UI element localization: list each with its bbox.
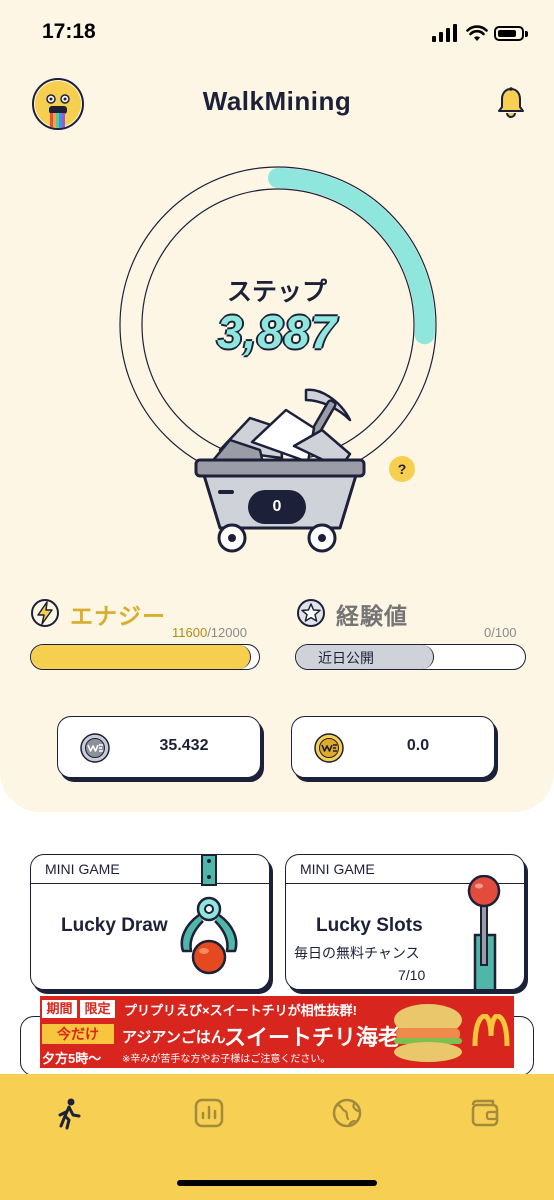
- mcdonalds-logo-icon: [472, 1014, 510, 1047]
- silver-balance-card[interactable]: 35.432: [57, 716, 261, 778]
- ad-brand: アジアンごはん: [122, 1029, 226, 1046]
- ad-note: ※辛みが苦手な方やお子様はご注意ください。: [122, 1054, 331, 1065]
- lucky-slots-subtitle: 毎日の無料チャンス: [294, 945, 420, 961]
- silver-balance-value: 35.432: [159, 737, 209, 754]
- ad-today: 今だけ: [42, 1024, 114, 1044]
- walk-icon[interactable]: [52, 1096, 86, 1130]
- gold-balance-value: 0.0: [406, 737, 430, 754]
- lucky-slots-card[interactable]: MINI GAME Lucky Slots 毎日の無料チャンス 7/10: [285, 854, 525, 990]
- energy-bar: [30, 644, 260, 670]
- wifi-icon: [466, 25, 488, 41]
- gold-balance-card[interactable]: 0.0: [291, 716, 495, 778]
- bell-icon[interactable]: [496, 86, 526, 120]
- lucky-slots-count: 7/10: [398, 967, 426, 983]
- mini-game-header: MINI GAME: [45, 861, 120, 877]
- experience-bar: 近日公開: [295, 644, 526, 670]
- energy-label: エナジー: [70, 603, 166, 629]
- ad-tag-limited: 限定: [80, 1000, 115, 1018]
- ad-product: スイートチリ海老: [224, 1025, 401, 1050]
- help-button[interactable]: ?: [389, 456, 415, 482]
- star-badge-icon: [297, 599, 325, 627]
- mini-game-header: MINI GAME: [300, 861, 375, 877]
- gold-we-coin-icon: [314, 733, 344, 763]
- silver-we-coin-icon: [80, 733, 110, 763]
- battery-icon: [494, 26, 524, 41]
- energy-count: 11600/12000: [172, 625, 247, 640]
- energy-bar-fill: [31, 645, 252, 669]
- experience-count: 0/100: [484, 625, 517, 640]
- cart-counter[interactable]: 0: [248, 490, 306, 524]
- status-icons: [432, 24, 528, 44]
- ad-banner[interactable]: 期間 限定 プリプリえび×スイートチリが相性抜群! 今だけ アジアンごはん スイ…: [40, 996, 514, 1068]
- burger-image: [394, 1004, 462, 1062]
- ad-headline: プリプリえび×スイートチリが相性抜群!: [124, 1003, 357, 1018]
- lucky-draw-title: Lucky Draw: [61, 915, 168, 936]
- lucky-draw-card[interactable]: MINI GAME Lucky Draw: [30, 854, 270, 990]
- home-indicator: [177, 1180, 377, 1186]
- experience-status: 近日公開: [318, 650, 374, 666]
- cellular-signal-icon: [432, 24, 458, 42]
- wallet-icon[interactable]: [468, 1096, 502, 1130]
- ad-time: 夕方5時～: [42, 1051, 102, 1066]
- experience-label: 経験値: [336, 603, 408, 629]
- slot-lever-icon: [467, 875, 501, 989]
- step-label: ステップ: [226, 278, 327, 306]
- step-count: 3,887: [216, 306, 338, 358]
- app-title: WalkMining: [202, 86, 352, 116]
- lightning-icon: [31, 599, 59, 627]
- claw-machine-icon: [180, 855, 238, 975]
- lucky-slots-title: Lucky Slots: [316, 915, 423, 936]
- stats-icon[interactable]: [192, 1096, 226, 1130]
- globe-icon[interactable]: [330, 1096, 364, 1130]
- status-time: 17:18: [42, 20, 96, 43]
- mining-cart-icon: [194, 388, 366, 553]
- ad-tag-period: 期間: [42, 1000, 77, 1018]
